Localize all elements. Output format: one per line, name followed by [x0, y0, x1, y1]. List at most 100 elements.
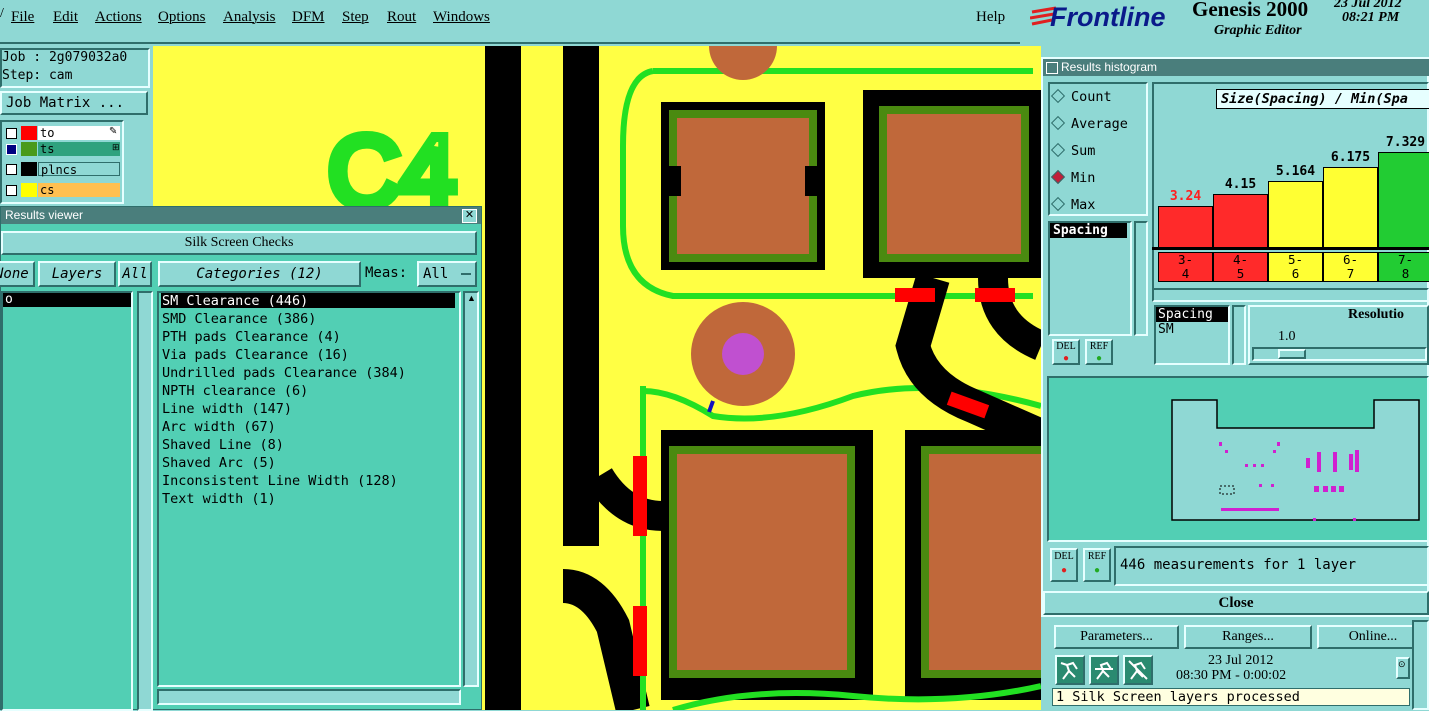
- category-item[interactable]: Shaved Line (8): [162, 437, 284, 453]
- category-item[interactable]: Via pads Clearance (16): [162, 347, 349, 363]
- range-label[interactable]: 5- 6: [1268, 252, 1323, 282]
- violation-mark: [633, 606, 647, 676]
- histogram-bar[interactable]: [1158, 206, 1213, 248]
- menu-analysis[interactable]: Analysis: [223, 9, 276, 26]
- meas-dropdown[interactable]: All: [417, 261, 477, 287]
- chart-hscrollbar[interactable]: [1152, 288, 1429, 302]
- menu-step[interactable]: Step: [342, 9, 369, 26]
- histogram-bar[interactable]: [1268, 181, 1323, 248]
- category-item[interactable]: NPTH clearance (6): [162, 383, 308, 399]
- window-menu-icon[interactable]: [1046, 62, 1058, 74]
- range-label[interactable]: 6- 7: [1323, 252, 1378, 282]
- mode-radio-average[interactable]: Average: [1050, 115, 1128, 132]
- category-hscrollbar[interactable]: [157, 689, 461, 705]
- job-matrix-button[interactable]: Job Matrix ...: [0, 91, 148, 115]
- category-item[interactable]: Shaved Arc (5): [162, 455, 276, 471]
- layer-row-to[interactable]: to ✎: [2, 126, 120, 141]
- layer-checkbox[interactable]: [6, 128, 17, 139]
- measure-item[interactable]: Spacing: [1050, 223, 1127, 238]
- violation-mark: [633, 456, 647, 536]
- resolution-slider[interactable]: [1252, 347, 1427, 361]
- category-list-scrollbar[interactable]: ▲: [463, 291, 479, 687]
- radio-indicator-icon: [1050, 88, 1066, 104]
- close-icon[interactable]: ✕: [462, 209, 477, 223]
- layer-row-ts[interactable]: ts ⊞: [2, 142, 120, 157]
- range-label[interactable]: 3- 4: [1158, 252, 1213, 282]
- menu-windows[interactable]: Windows: [433, 9, 490, 26]
- range-label[interactable]: 7- 8: [1378, 252, 1429, 282]
- run-icon[interactable]: [1055, 655, 1085, 685]
- status-message: 1 Silk Screen layers processed: [1052, 688, 1410, 706]
- mode-radio-count[interactable]: Count: [1050, 88, 1112, 105]
- parameters-button[interactable]: Parameters...: [1054, 625, 1179, 649]
- layer-checkbox[interactable]: [6, 164, 17, 175]
- histogram-bar[interactable]: [1323, 167, 1378, 248]
- status-scrollbar[interactable]: [1412, 620, 1429, 710]
- menu-options[interactable]: Options: [158, 9, 206, 26]
- category-item[interactable]: Undrilled pads Clearance (384): [162, 365, 406, 381]
- layer-checkbox[interactable]: [6, 144, 17, 155]
- category-item[interactable]: Text width (1): [162, 491, 276, 507]
- product-name: Genesis 2000: [1192, 0, 1309, 21]
- none-button[interactable]: None: [0, 261, 35, 287]
- category-item[interactable]: Arc width (67): [162, 419, 276, 435]
- job-panel: Job : 2g079032a0 Step: cam Job Matrix ..…: [0, 46, 153, 206]
- resolution-label: Resolutio: [1348, 307, 1404, 322]
- ref-button-2[interactable]: REF ●: [1083, 548, 1111, 582]
- layer-row-plncs[interactable]: plncs: [2, 162, 120, 177]
- radio-indicator-icon: [1050, 142, 1066, 158]
- range-label[interactable]: 4- 5: [1213, 252, 1268, 282]
- measure-scrollbar[interactable]: [1134, 221, 1148, 336]
- category-item[interactable]: SM Clearance (446): [162, 293, 308, 309]
- category-item[interactable]: PTH pads Clearance (4): [162, 329, 341, 345]
- menu-edit[interactable]: Edit: [53, 9, 78, 26]
- resolution-value: 1.0: [1278, 329, 1296, 344]
- del-button[interactable]: DEL ●: [1052, 339, 1080, 365]
- mode-radio-sum[interactable]: Sum: [1050, 142, 1095, 159]
- layer-name: plncs: [38, 162, 120, 177]
- red-dot-icon: ●: [1060, 565, 1068, 576]
- radio-indicator-icon: [1050, 115, 1066, 131]
- range-label-bottom: 5: [1236, 266, 1245, 281]
- expand-icon[interactable]: ⊙: [1396, 657, 1410, 679]
- menu-file[interactable]: File: [11, 9, 34, 26]
- results-viewer-window: Results viewer ✕ Silk Screen Checks None…: [0, 206, 482, 711]
- stop-run-icon[interactable]: [1123, 655, 1153, 685]
- scroll-up-icon[interactable]: ▲: [467, 293, 476, 303]
- ranges-button[interactable]: Ranges...: [1184, 625, 1312, 649]
- run-date: 23 Jul 2012: [1208, 653, 1274, 668]
- ref-button[interactable]: REF ●: [1085, 339, 1113, 365]
- mode-radio-min[interactable]: Min: [1050, 169, 1095, 186]
- spacing-scrollbar[interactable]: [1232, 305, 1246, 365]
- menu-actions[interactable]: Actions: [95, 9, 142, 26]
- mode-radio-max[interactable]: Max: [1050, 196, 1095, 213]
- layer-list-scrollbar[interactable]: [137, 291, 153, 711]
- menu-rout[interactable]: Rout: [387, 9, 416, 26]
- pencil-icon: ✎: [109, 126, 118, 137]
- histogram-bar[interactable]: [1378, 152, 1429, 248]
- layer-result-item[interactable]: o: [3, 293, 131, 307]
- layers-button[interactable]: Layers: [38, 261, 116, 287]
- pad-gap: [805, 166, 825, 196]
- menu-help[interactable]: Help: [976, 9, 1005, 26]
- layer-row-cs[interactable]: cs: [2, 183, 120, 198]
- category-item[interactable]: Line width (147): [162, 401, 292, 417]
- close-button[interactable]: Close: [1043, 591, 1429, 615]
- run-all-icon[interactable]: [1089, 655, 1119, 685]
- square-pad: [929, 454, 1041, 670]
- histogram-bar[interactable]: [1213, 194, 1268, 248]
- category-item[interactable]: SMD Clearance (386): [162, 311, 316, 327]
- slider-thumb[interactable]: [1278, 349, 1306, 359]
- spacing-item[interactable]: Spacing: [1156, 307, 1228, 322]
- violation-mark: [975, 288, 1015, 302]
- categories-button[interactable]: Categories (12): [158, 261, 361, 287]
- green-dot-icon: ●: [1095, 353, 1103, 364]
- category-item[interactable]: Inconsistent Line Width (128): [162, 473, 398, 489]
- layer-checkbox[interactable]: [6, 185, 17, 196]
- del-button-2[interactable]: DEL ●: [1050, 548, 1078, 582]
- job-name: Job : 2g079032a0: [2, 50, 128, 65]
- all-layers-button[interactable]: All: [118, 261, 152, 287]
- check-name-bar[interactable]: Silk Screen Checks: [1, 231, 477, 255]
- menu-dfm[interactable]: DFM: [292, 9, 325, 26]
- sm-item[interactable]: SM: [1156, 322, 1228, 337]
